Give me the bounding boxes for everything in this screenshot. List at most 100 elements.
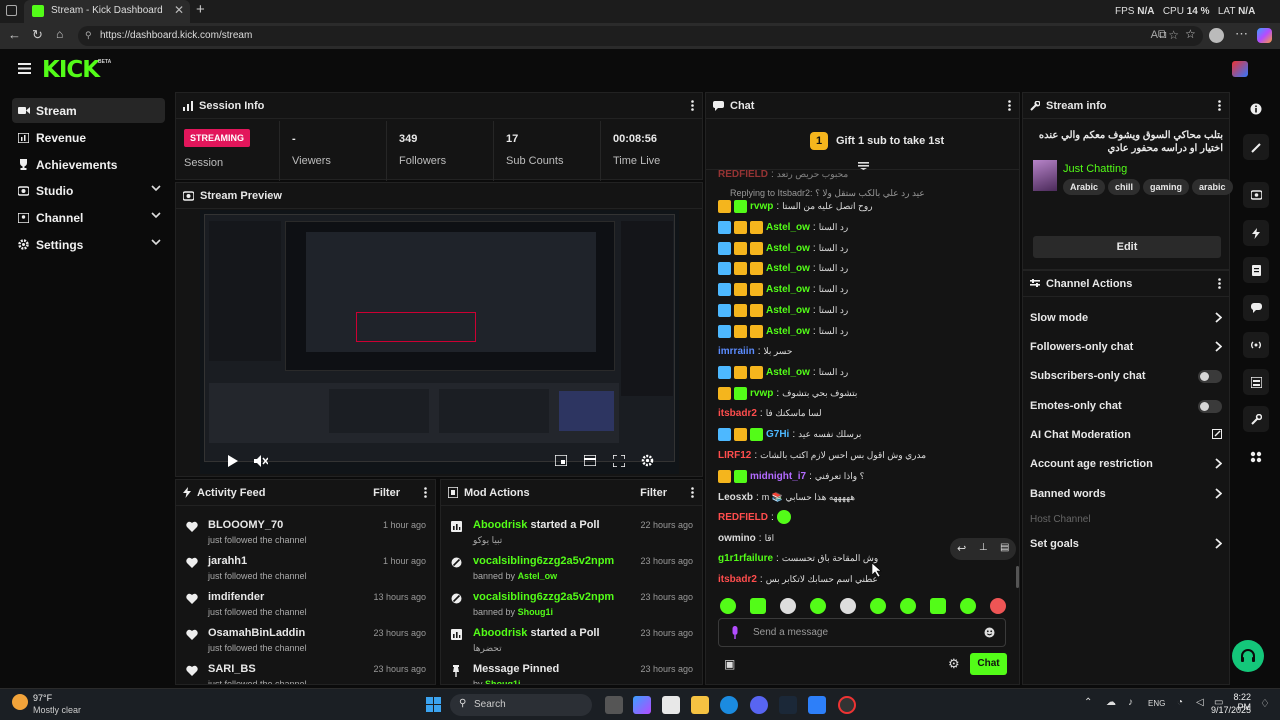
- mod-action-moderator[interactable]: Astel_ow: [518, 571, 558, 581]
- mute-icon[interactable]: [254, 455, 268, 467]
- chat-message[interactable]: Astel_ow: رد الستا: [718, 280, 848, 298]
- channel-action-item[interactable]: Account age restriction: [1030, 453, 1224, 475]
- volume-icon[interactable]: ◁: [1196, 697, 1204, 708]
- chat-username[interactable]: REDFIELD: [718, 169, 768, 180]
- mod-action-item[interactable]: Aboodrisk started a Poll تحضرها 23 hours a…: [441, 622, 701, 658]
- stream-video[interactable]: [200, 210, 679, 474]
- filter-button[interactable]: Filter: [373, 487, 400, 499]
- chat-input[interactable]: Send a message: [718, 618, 1006, 647]
- sidebar-item-settings[interactable]: Settings: [12, 232, 165, 257]
- browser-tab[interactable]: Stream - Kick Dashboard ✕: [24, 0, 190, 23]
- chat-username[interactable]: Astel_ow: [766, 243, 810, 254]
- activity-item[interactable]: imdifender just followed the channel 13 ho…: [176, 586, 434, 622]
- kebab-menu-icon[interactable]: [1008, 100, 1011, 111]
- kebab-menu-icon[interactable]: [691, 487, 694, 498]
- activity-item[interactable]: OsamahBinLaddin just followed the channel…: [176, 622, 434, 658]
- pencil-icon[interactable]: [1243, 134, 1269, 160]
- settings-gear-icon[interactable]: [641, 454, 654, 467]
- mod-action-moderator[interactable]: Shoug1i: [518, 607, 554, 617]
- chat-settings-gear-icon[interactable]: ⚙: [948, 656, 960, 672]
- tag[interactable]: chill: [1108, 179, 1141, 195]
- url-field[interactable]: ⚲ https://dashboard.kick.com/stream A ☆: [78, 26, 1203, 46]
- hamburger-menu-icon[interactable]: [18, 63, 31, 74]
- chat-message[interactable]: itsbadr2: عطني اسم حسابك لاتكابر بس: [718, 570, 878, 588]
- emote-icon[interactable]: [870, 598, 886, 614]
- home-icon[interactable]: ⌂: [56, 27, 63, 41]
- mod-action-item[interactable]: vocalsibling6zzg2a5v2npm banned by Shoug1…: [441, 586, 701, 622]
- chat-message[interactable]: imrraiin: حسر بلا: [718, 342, 792, 360]
- chat-message[interactable]: Astel_ow: رد الستا: [718, 218, 848, 236]
- chat-message[interactable]: Astel_ow: رد الستا: [718, 259, 848, 277]
- chat-message[interactable]: REDFIELD: محبوب حريص رتعد: [718, 165, 848, 183]
- microphone-tray-icon[interactable]: ♪: [1128, 697, 1133, 708]
- mod-action-user[interactable]: vocalsibling6zzg2a5v2npm: [473, 555, 614, 567]
- read-aloud-icon[interactable]: A: [1151, 29, 1158, 41]
- chat-username[interactable]: G7Hi: [766, 429, 789, 440]
- emoji-icon[interactable]: [984, 627, 995, 638]
- info-icon[interactable]: [1243, 96, 1269, 122]
- chat-scrollbar[interactable]: [1016, 566, 1019, 588]
- favorites-icon[interactable]: ☆: [1185, 27, 1196, 41]
- emote-icon[interactable]: [780, 598, 796, 614]
- pin-icon[interactable]: ⊥: [979, 542, 988, 553]
- gift-sub-banner[interactable]: 1 Gift 1 sub to take 1st: [706, 120, 1019, 170]
- tag[interactable]: Arabic: [1063, 179, 1106, 195]
- back-icon[interactable]: ←: [8, 27, 21, 42]
- theater-mode-icon[interactable]: [584, 455, 596, 466]
- refresh-icon[interactable]: ↻: [32, 27, 43, 43]
- toggle-switch[interactable]: [1198, 400, 1222, 413]
- tag[interactable]: arabic: [1192, 179, 1233, 195]
- taskbar-search[interactable]: ⚲ Search: [450, 694, 592, 716]
- emote-icon[interactable]: [720, 598, 736, 614]
- channel-action-item[interactable]: Slow mode: [1030, 307, 1224, 329]
- chat-username[interactable]: REDFIELD: [718, 512, 768, 523]
- emote-icon[interactable]: [750, 598, 766, 614]
- chat-username[interactable]: imrraiin: [718, 346, 755, 357]
- reply-icon[interactable]: ↩: [957, 542, 966, 555]
- tray-chevron-icon[interactable]: ⌃: [1084, 697, 1092, 708]
- pinned-toggle-icon[interactable]: [858, 162, 869, 170]
- chat-message[interactable]: itsbadr2: لسا ماسكنك فا: [718, 404, 822, 422]
- channel-action-item[interactable]: Followers-only chat: [1030, 336, 1224, 358]
- chat-message[interactable]: Astel_ow: رد الستا: [718, 301, 848, 319]
- emote-icon[interactable]: [900, 598, 916, 614]
- chat-username[interactable]: midnight_i7: [750, 471, 806, 482]
- pip-icon[interactable]: [555, 455, 567, 466]
- broadcast-icon[interactable]: [1243, 332, 1269, 358]
- edit-stream-info-button[interactable]: Edit: [1033, 236, 1221, 258]
- copilot-app-icon[interactable]: [633, 696, 651, 714]
- tray-cloud-icon[interactable]: ☁: [1106, 697, 1116, 708]
- activity-username[interactable]: imdifender: [208, 591, 264, 603]
- kebab-menu-icon[interactable]: [691, 100, 694, 111]
- channel-action-item[interactable]: Set goals: [1030, 533, 1224, 555]
- chat-message[interactable]: REDFIELD:: [718, 508, 791, 526]
- chat-username[interactable]: owmino: [718, 533, 756, 544]
- layout-icon[interactable]: [1243, 369, 1269, 395]
- clock-date[interactable]: 9/17/2025: [1211, 705, 1251, 715]
- bolt-icon[interactable]: [1243, 220, 1269, 246]
- chat-username[interactable]: g1r1rfailure: [718, 553, 773, 564]
- gift-icon[interactable]: ▣: [724, 657, 735, 671]
- user-avatar[interactable]: [1232, 61, 1248, 77]
- chat-message[interactable]: rvwp: بتشوف بحي بتشوف: [718, 384, 857, 402]
- emote-icon[interactable]: [990, 598, 1006, 614]
- chat-message[interactable]: rvwp: روح اتصل عليه من الستا: [718, 197, 873, 215]
- emote-icon[interactable]: [930, 598, 946, 614]
- obs-icon[interactable]: [838, 696, 856, 714]
- kebab-menu-icon[interactable]: [1218, 278, 1221, 289]
- activity-item[interactable]: BLOOOMY_70 just followed the channel 1 hou…: [176, 514, 434, 550]
- chat-username[interactable]: LIRF12: [718, 450, 751, 461]
- chat-message[interactable]: owmino: اقا: [718, 529, 774, 547]
- category-link[interactable]: Just Chatting: [1063, 163, 1127, 175]
- chat-username[interactable]: Astel_ow: [766, 367, 810, 378]
- camera-icon[interactable]: [1243, 182, 1269, 208]
- mod-action-item[interactable]: Aboodrisk started a Poll تبيا يوكو 22 hour…: [441, 514, 701, 550]
- chat-username[interactable]: Astel_ow: [766, 305, 810, 316]
- notepad-icon[interactable]: [808, 696, 826, 714]
- sidebar-item-revenue[interactable]: Revenue: [12, 125, 165, 150]
- close-tab-icon[interactable]: ✕: [174, 3, 184, 17]
- activity-username[interactable]: OsamahBinLaddin: [208, 627, 305, 639]
- channel-action-item[interactable]: Banned words: [1030, 483, 1224, 505]
- chat-username[interactable]: Astel_ow: [766, 326, 810, 337]
- sidebar-item-stream[interactable]: Stream: [12, 98, 165, 123]
